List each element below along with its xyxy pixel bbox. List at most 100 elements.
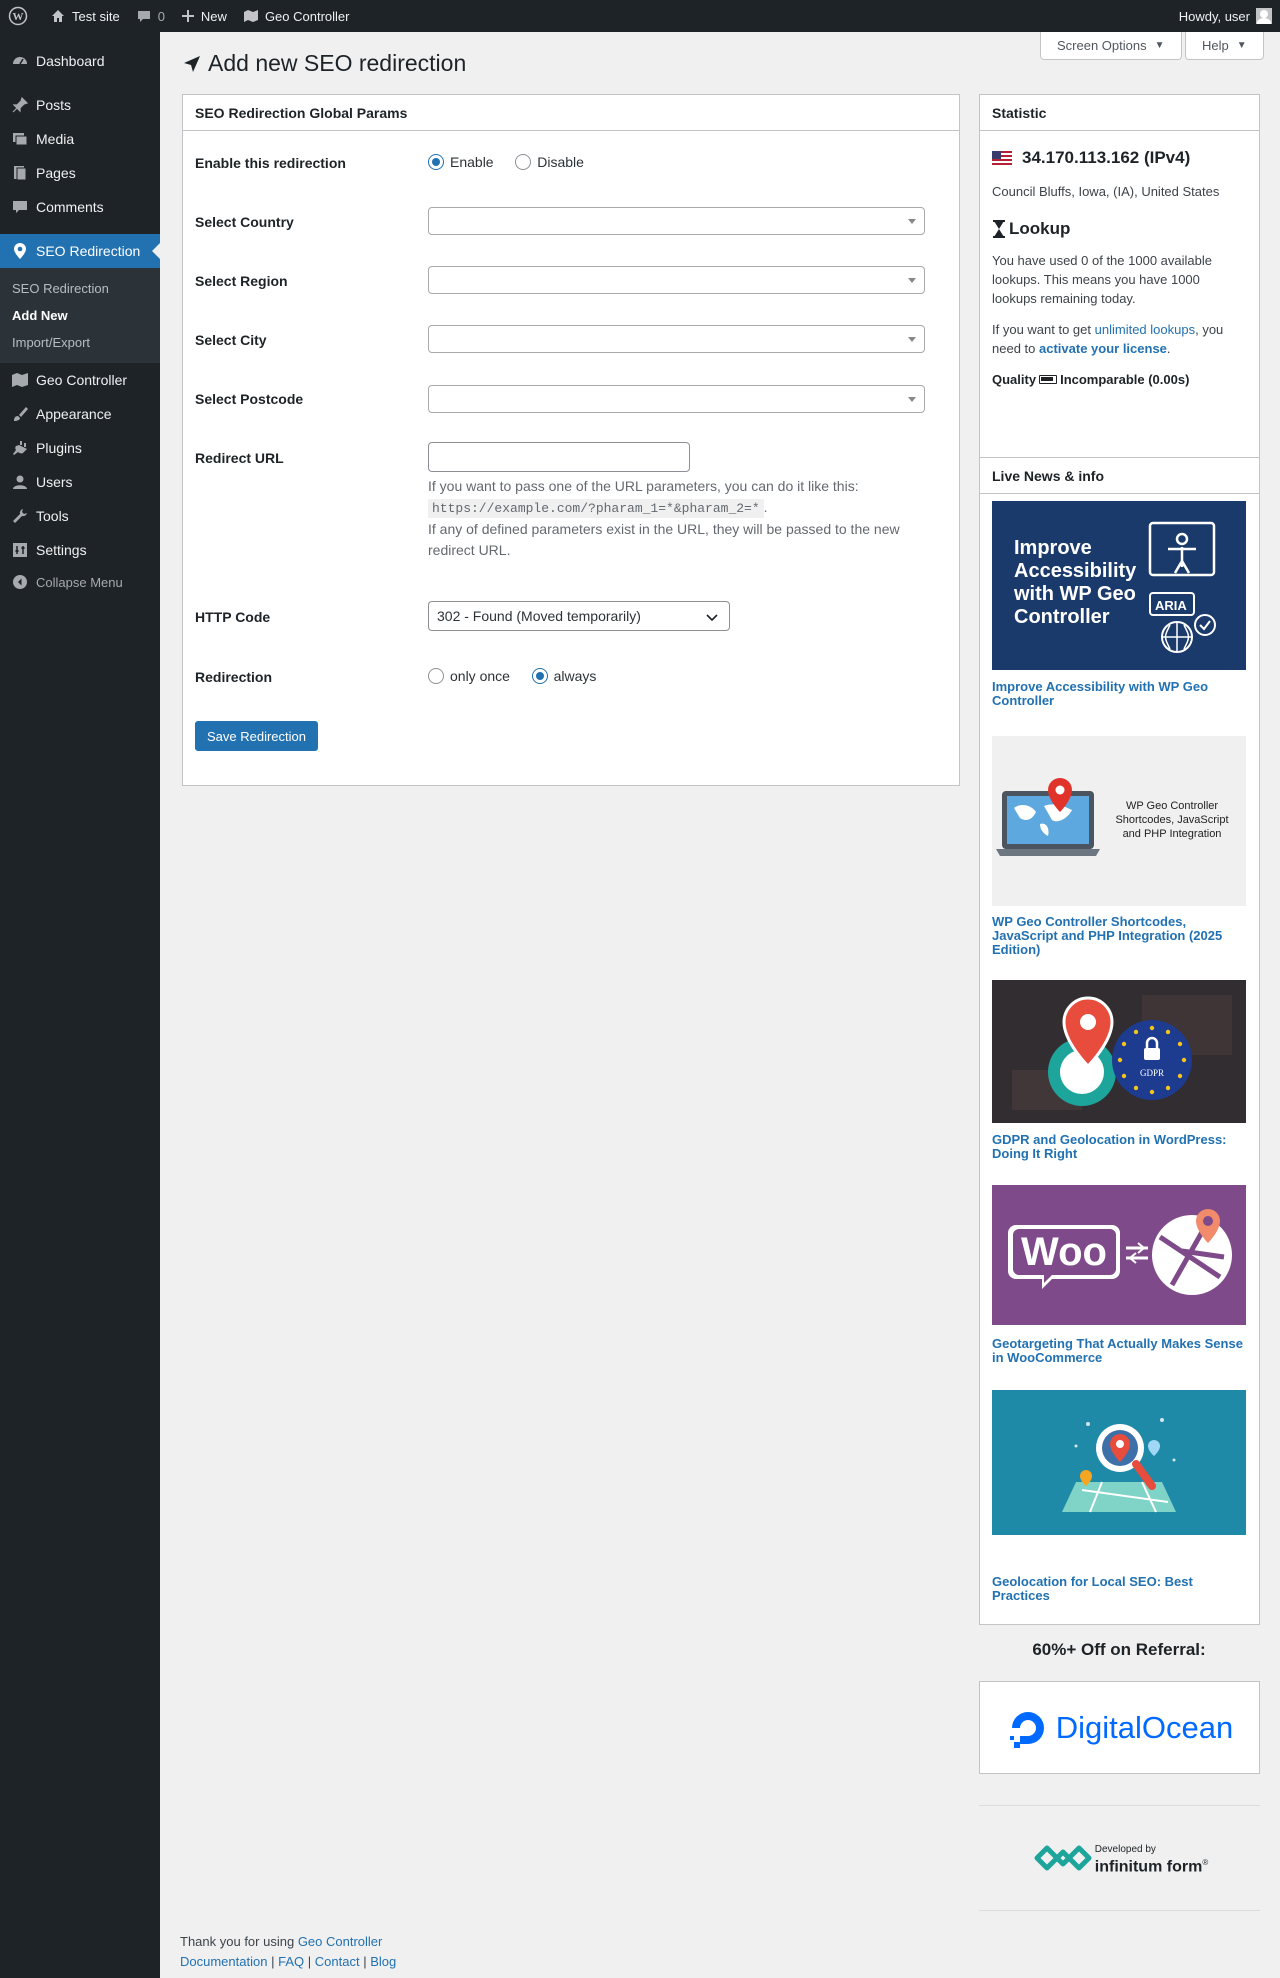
- page-title-text: Add new SEO redirection: [208, 50, 467, 76]
- sidebar-item-dashboard[interactable]: Dashboard: [0, 44, 160, 78]
- my-account[interactable]: Howdy, user: [1179, 8, 1280, 24]
- help-button[interactable]: Help ▼: [1185, 32, 1264, 60]
- news-image-accessibility[interactable]: Improve Accessibility with WP Geo Contro…: [992, 501, 1246, 670]
- news-link-2[interactable]: WP Geo Controller Shortcodes, JavaScript…: [992, 915, 1248, 957]
- developed-by-brand: infinitum form®: [1095, 1856, 1208, 1875]
- license-text: If you want to get unlimited lookups, yo…: [992, 320, 1247, 358]
- sidebar-item-label: Appearance: [36, 406, 112, 422]
- ip-location: Council Bluffs, Iowa, (IA), United State…: [992, 184, 1220, 199]
- caret-down-icon: ▼: [1154, 40, 1165, 51]
- brush-icon: [10, 404, 30, 424]
- postcode-row: Select Postcode: [195, 385, 945, 419]
- country-label: Select Country: [195, 214, 294, 230]
- geo-controller-label: Geo Controller: [264, 8, 350, 24]
- footer-faq-link[interactable]: FAQ: [278, 1954, 304, 1969]
- sidebar-item-pages[interactable]: Pages: [0, 156, 160, 190]
- sidebar-item-posts[interactable]: Posts: [0, 88, 160, 122]
- sidebar-item-users[interactable]: Users: [0, 465, 160, 499]
- submenu-item-seo-redirection[interactable]: SEO Redirection: [0, 275, 160, 302]
- sidebar-item-settings[interactable]: Settings: [0, 533, 160, 567]
- submenu-item-add-new[interactable]: Add New: [0, 302, 160, 329]
- news-link-3[interactable]: GDPR and Geolocation in WordPress: Doing…: [992, 1133, 1248, 1161]
- submenu-item-import-export[interactable]: Import/Export: [0, 329, 160, 356]
- http-code-label: HTTP Code: [195, 609, 271, 625]
- sidebar-item-appearance[interactable]: Appearance: [0, 397, 160, 431]
- collapse-menu-button[interactable]: Collapse Menu: [0, 567, 160, 597]
- region-select[interactable]: [428, 266, 925, 294]
- news-image-text: Improve: [1014, 537, 1092, 559]
- save-redirection-button[interactable]: Save Redirection: [195, 721, 318, 751]
- postcode-select[interactable]: [428, 385, 925, 413]
- lookup-heading: Lookup: [992, 219, 1247, 239]
- news-image-woocommerce[interactable]: Woo: [992, 1185, 1246, 1325]
- location-pin-icon: [10, 241, 30, 261]
- country-select[interactable]: [428, 207, 925, 235]
- new-content-link[interactable]: New: [173, 0, 235, 32]
- site-name: Test site: [72, 8, 120, 24]
- footer-documentation-link[interactable]: Documentation: [180, 1954, 267, 1969]
- footer-contact-link[interactable]: Contact: [315, 1954, 360, 1969]
- developed-by-text: Developed by infinitum form®: [1095, 1843, 1208, 1875]
- sidebar-item-tools[interactable]: Tools: [0, 499, 160, 533]
- city-label: Select City: [195, 332, 267, 348]
- comment-icon: [137, 11, 150, 22]
- http-code-select[interactable]: 302 - Found (Moved temporarily): [428, 601, 730, 631]
- redirect-url-input[interactable]: [428, 442, 690, 472]
- sidebar-item-comments[interactable]: Comments: [0, 190, 160, 224]
- activate-license-link[interactable]: activate your license: [1039, 341, 1167, 356]
- geo-controller-link[interactable]: Geo Controller: [235, 0, 358, 32]
- sidebar-item-geo-controller[interactable]: Geo Controller: [0, 363, 160, 397]
- news-image-shortcodes[interactable]: WP Geo Controller Shortcodes, JavaScript…: [992, 736, 1246, 906]
- news-image-gdpr[interactable]: GDPR: [992, 980, 1246, 1123]
- footer-thanks-text: Thank you for using: [180, 1934, 295, 1949]
- news-image-local-seo[interactable]: [992, 1390, 1246, 1535]
- sidebar-item-label: Dashboard: [36, 53, 105, 69]
- redirect-url-control: If you want to pass one of the URL param…: [428, 442, 908, 561]
- help-text-2: If any of defined parameters exist in th…: [428, 521, 900, 558]
- news-image-text: WP Geo Controller: [1126, 800, 1218, 812]
- unlimited-lookups-link[interactable]: unlimited lookups: [1095, 322, 1195, 337]
- http-code-row: HTTP Code 302 - Found (Moved temporarily…: [195, 601, 945, 639]
- footer-blog-link[interactable]: Blog: [370, 1954, 396, 1969]
- pin-icon: [10, 95, 30, 115]
- home-icon: [52, 10, 64, 22]
- chevron-down-icon: [706, 614, 718, 622]
- only-once-radio[interactable]: only once: [428, 668, 510, 684]
- news-link-1[interactable]: Improve Accessibility with WP Geo Contro…: [992, 680, 1248, 708]
- collapse-icon: [10, 572, 30, 592]
- wordpress-logo-icon[interactable]: W: [0, 0, 42, 32]
- sidebar-item-label: Media: [36, 131, 75, 147]
- sidebar-item-media[interactable]: Media: [0, 122, 160, 156]
- sidebar-item-seo-redirection[interactable]: SEO Redirection: [0, 234, 160, 268]
- developed-by-logo[interactable]: Developed by infinitum form®: [979, 1805, 1260, 1911]
- news-link-4[interactable]: Geotargeting That Actually Makes Sense i…: [992, 1337, 1248, 1365]
- postcode-label: Select Postcode: [195, 391, 304, 407]
- radio-unchecked: [515, 154, 532, 170]
- news-link-5[interactable]: Geolocation for Local SEO: Best Practice…: [992, 1575, 1248, 1603]
- help-dot: .: [763, 499, 768, 515]
- gdpr-text: GDPR: [1140, 1068, 1164, 1078]
- live-news-title: Live News & info: [980, 458, 1259, 494]
- site-name-link[interactable]: Test site: [42, 0, 128, 32]
- footer-thanks: Thank you for using Geo Controller: [180, 1932, 396, 1952]
- caret-down-icon: ▼: [1236, 40, 1247, 51]
- pages-icon: [10, 163, 30, 183]
- sidebar-item-label: Pages: [36, 165, 76, 181]
- screen-options-button[interactable]: Screen Options ▼: [1040, 32, 1182, 60]
- disable-radio[interactable]: Disable: [515, 154, 584, 170]
- digitalocean-banner[interactable]: DigitalOcean: [979, 1681, 1260, 1774]
- enable-radio[interactable]: Enable: [428, 154, 494, 170]
- city-select[interactable]: [428, 325, 925, 353]
- region-label: Select Region: [195, 273, 288, 289]
- sidebar-item-label: Posts: [36, 97, 72, 113]
- footer-geo-controller-link[interactable]: Geo Controller: [298, 1934, 383, 1949]
- statistic-body: 34.170.113.162 (IPv4) Council Bluffs, Io…: [980, 131, 1259, 399]
- quality-value: Incomparable (0.00s): [1060, 372, 1190, 387]
- sidebar-item-plugins[interactable]: Plugins: [0, 431, 160, 465]
- news-image-text: Shortcodes, JavaScript: [1115, 814, 1228, 826]
- aria-badge: ARIA: [1155, 598, 1187, 613]
- always-radio[interactable]: always: [531, 668, 596, 684]
- help-code-line: https://example.com/?pharam_1=*&pharam_2…: [428, 497, 908, 519]
- admin-sidebar: Dashboard Posts Media Pages Comments SEO…: [0, 32, 160, 1978]
- comments-link[interactable]: 0: [128, 0, 173, 32]
